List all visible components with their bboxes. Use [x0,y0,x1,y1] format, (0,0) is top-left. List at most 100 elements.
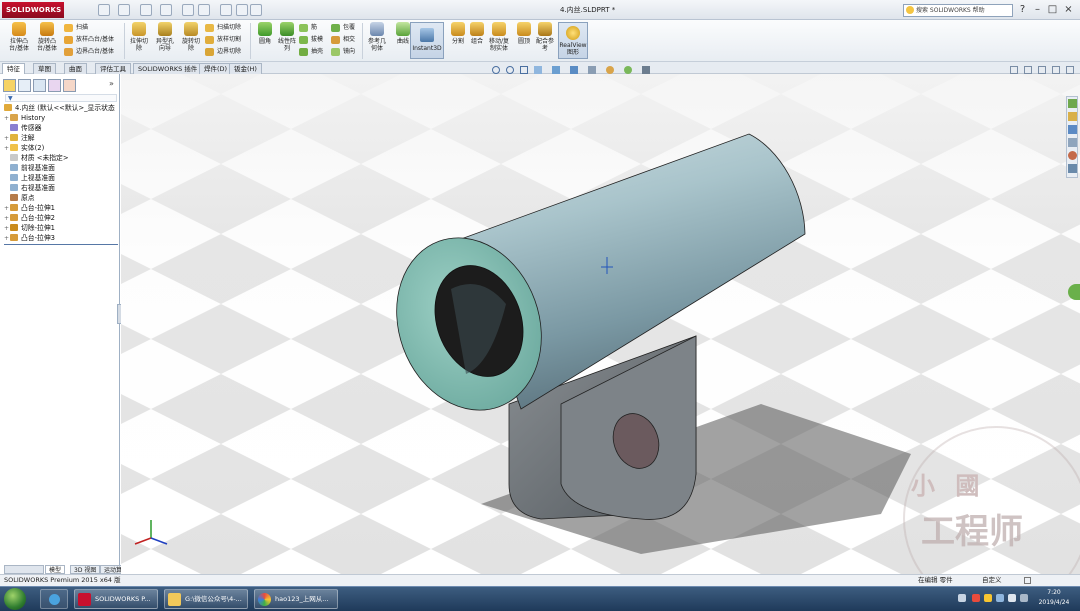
display-style-icon[interactable] [570,66,578,74]
apply-scene-icon[interactable] [624,66,632,74]
tray-volume-icon[interactable] [1008,594,1016,602]
appearances-icon[interactable] [1068,151,1077,160]
save-icon[interactable] [140,4,152,16]
open-document-icon[interactable] [118,4,130,16]
extrude-boss-button[interactable]: 拉伸凸 台/基体 [6,22,32,52]
zoom-area-icon[interactable] [506,66,514,74]
new-document-icon[interactable] [98,4,110,16]
hole-wizard-button[interactable]: 异型孔 向导 [152,22,178,52]
resources-icon[interactable] [1068,99,1077,108]
tab-model[interactable]: 模型 [45,565,66,574]
configuration-manager-tab[interactable] [33,79,46,92]
close-button[interactable]: × [1062,3,1075,16]
dimxpert-tab[interactable] [48,79,61,92]
tab-3d-views[interactable]: 3D 视图 [70,565,101,574]
tree-item-right-plane[interactable]: 右视基准面 [4,183,55,193]
maximize-button[interactable]: □ [1046,3,1059,16]
taskbar-browser[interactable]: hao123_上网从... [254,589,338,609]
feedback-tab-icon[interactable] [1068,284,1080,300]
loft-button[interactable]: 放样凸台/基体 [64,35,114,45]
mirror-button[interactable]: 镜向 [331,47,355,57]
rib-button[interactable]: 筋 [299,23,317,33]
feature-manager-tab[interactable] [3,79,16,92]
tab-features[interactable]: 特征 [2,63,25,74]
status-help-icon[interactable] [1024,577,1031,584]
tree-item-front-plane[interactable]: 前视基准面 [4,163,55,173]
taskbar-icon-app1[interactable] [40,589,68,609]
tray-security-icon[interactable] [984,594,992,602]
solidworks-logo[interactable]: SOLIDWORKS [2,2,64,18]
revolve-cut-button[interactable]: 旋转切 除 [178,22,204,52]
panel-expand-icon[interactable]: » [109,79,114,88]
section-view-icon[interactable] [534,66,542,74]
tree-item-boss-extrude3[interactable]: + 凸台-拉伸3 [4,233,55,244]
taskbar-clock[interactable]: 7:20 2019/4/24 [1030,588,1078,608]
rollback-bar[interactable] [4,244,118,245]
custom-properties-icon[interactable] [1068,164,1077,173]
select-icon[interactable] [198,4,210,16]
tab-sheet-metal[interactable]: 钣金(H) [229,63,262,74]
display-manager-tab[interactable] [63,79,76,92]
tree-item-sensors[interactable]: 传感器 [4,123,41,133]
taskbar-explorer[interactable]: G:\微信公众号\4-... [164,589,248,609]
boundary-boss-button[interactable]: 边界凸台/基体 [64,47,114,57]
sweep-cut-button[interactable]: 扫描切除 [205,23,241,33]
shell-button[interactable]: 抽壳 [299,47,323,57]
help-search-input[interactable]: 搜索 SOLIDWORKS 帮助 [903,4,1013,17]
undo-icon[interactable] [182,4,194,16]
linear-pattern-button[interactable]: 线性阵 列 [274,22,300,52]
tab-weldments[interactable]: 焊件(D) [199,63,233,74]
file-properties-icon[interactable] [236,4,248,16]
graphics-area[interactable]: 小 國 工程师 [121,74,1080,574]
close-view-icon[interactable] [1066,66,1074,74]
mate-reference-button[interactable]: 配合参 考 [532,22,558,52]
design-library-icon[interactable] [1068,112,1077,121]
intersect-button[interactable]: 相交 [331,35,355,45]
split-view-icon[interactable] [1010,66,1018,74]
sweep-button[interactable]: 扫描 [64,23,88,33]
tab-evaluate[interactable]: 评估工具 [95,63,131,74]
loft-cut-button[interactable]: 放样切割 [205,35,241,45]
tray-keyboard-icon[interactable] [958,594,966,602]
options-icon[interactable] [250,4,262,16]
start-button[interactable] [4,588,26,610]
taskbar-solidworks[interactable]: SOLIDWORKS P... [74,589,158,609]
tree-item-origin[interactable]: 原点 [4,193,35,203]
previous-view-icon[interactable] [520,66,528,74]
tab-surfaces[interactable]: 曲面 [64,63,87,74]
tree-root[interactable]: 4.内丝 (默认<<默认>_显示状态 [4,103,115,113]
restore-view-icon[interactable] [1024,66,1032,74]
maximize-view-icon[interactable] [1052,66,1060,74]
wrap-button[interactable]: 包覆 [331,23,355,33]
tree-item-material[interactable]: 材质 <未指定> [4,153,69,163]
minimize-button[interactable]: – [1031,3,1044,16]
hide-show-items-icon[interactable] [588,66,596,74]
tree-filter[interactable]: ▼ [5,94,117,102]
tab-nav-arrows[interactable] [4,565,44,574]
realview-button[interactable]: RealView 图形 [558,22,588,59]
extrude-cut-button[interactable]: 拉伸切 除 [126,22,152,52]
rebuild-icon[interactable] [220,4,232,16]
property-manager-tab[interactable] [18,79,31,92]
tray-app-icon[interactable] [972,594,980,602]
print-icon[interactable] [160,4,172,16]
file-explorer-icon[interactable] [1068,125,1077,134]
minimize-view-icon[interactable] [1038,66,1046,74]
zoom-to-fit-icon[interactable] [492,66,500,74]
edit-appearance-icon[interactable] [606,66,614,74]
boundary-cut-button[interactable]: 边界切除 [205,47,241,57]
status-units[interactable]: 自定义 [982,575,1002,586]
view-palette-icon[interactable] [1068,138,1077,147]
move-copy-body-button[interactable]: 移动/复 制实体 [486,22,512,52]
tab-addins[interactable]: SOLIDWORKS 插件 [133,63,203,74]
tray-network-icon[interactable] [996,594,1004,602]
revolve-boss-button[interactable]: 旋转凸 台/基体 [34,22,60,52]
help-icon[interactable]: ? [1016,3,1029,16]
tree-item-top-plane[interactable]: 上视基准面 [4,173,55,183]
reference-geometry-button[interactable]: 参考几 何体 [364,22,390,52]
instant3d-button[interactable]: Instant3D [410,22,444,59]
tab-sketch[interactable]: 草图 [33,63,56,74]
tray-flag-icon[interactable] [1020,594,1028,602]
view-settings-icon[interactable] [642,66,650,74]
view-orientation-icon[interactable] [552,66,560,74]
